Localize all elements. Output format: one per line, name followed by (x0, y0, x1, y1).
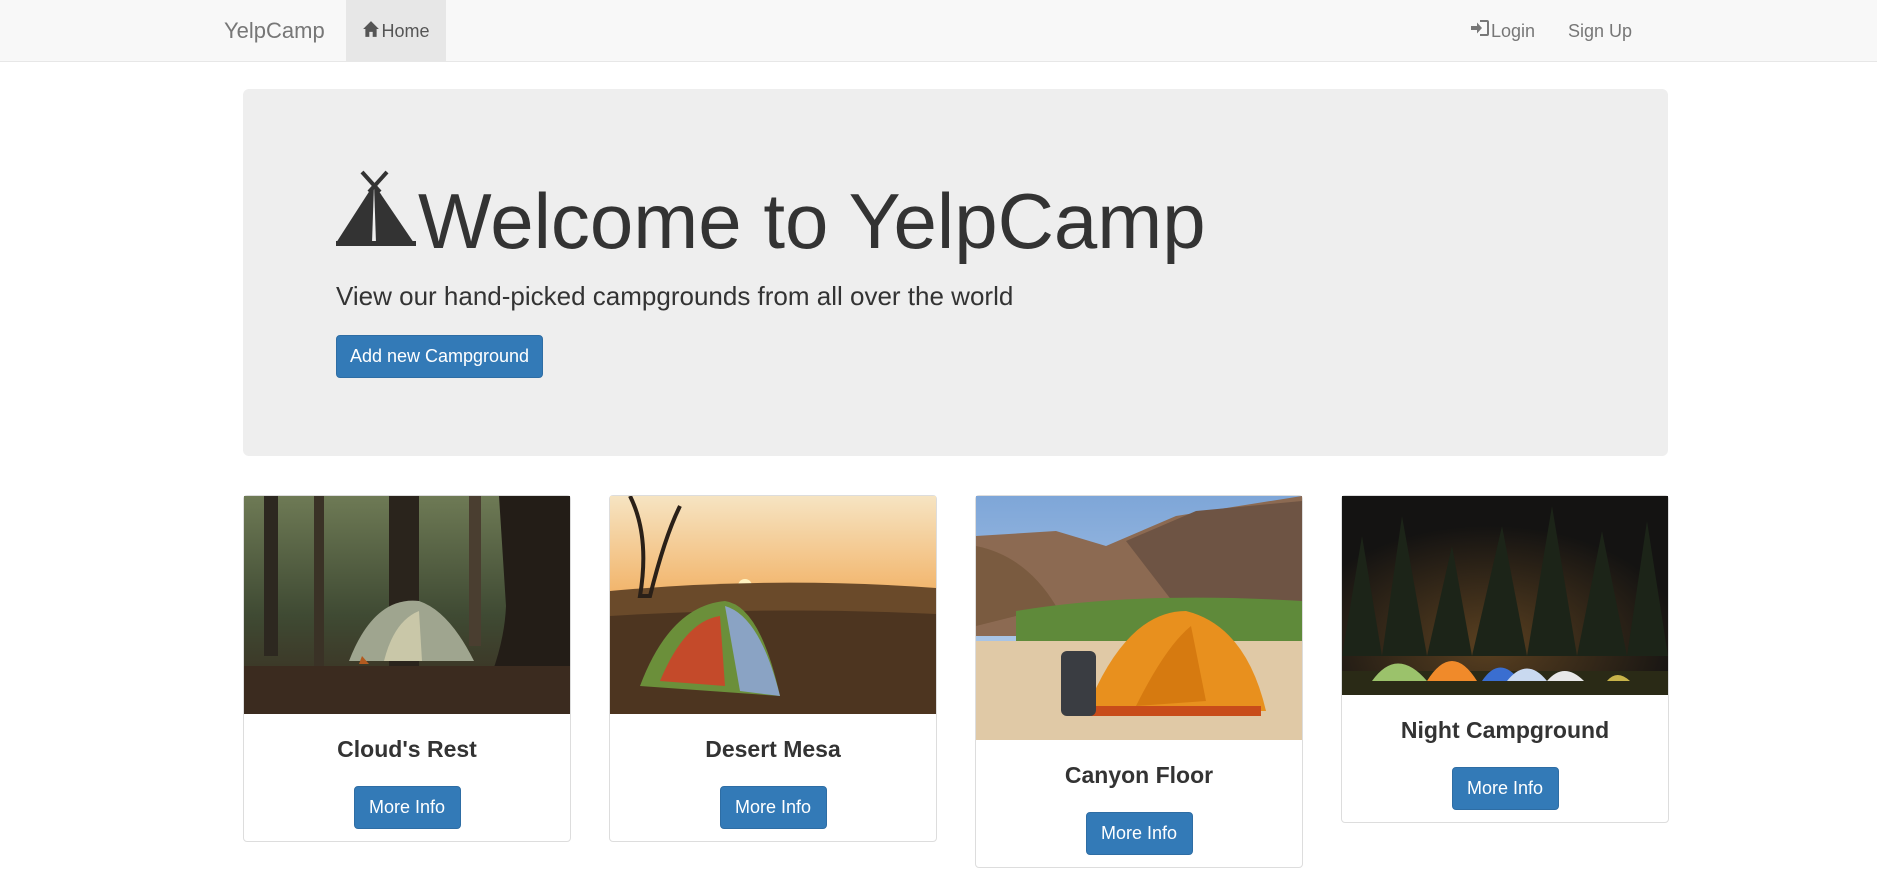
campground-image[interactable] (1342, 496, 1668, 695)
log-in-icon (1470, 0, 1490, 62)
navbar: YelpCamp Home Login Sign Up (0, 0, 1877, 62)
campground-image[interactable] (610, 496, 936, 714)
campground-card: Canyon Floor More Info (975, 495, 1303, 868)
more-info-button[interactable]: More Info (1085, 812, 1193, 855)
home-icon (362, 20, 380, 43)
campground-card: Night Campground More Info (1341, 495, 1669, 823)
nav-home-link[interactable]: Home (346, 0, 446, 62)
more-info-button[interactable]: More Info (1451, 767, 1559, 810)
campground-image[interactable] (976, 496, 1302, 740)
add-campground-button[interactable]: Add new Campground (336, 335, 543, 378)
nav-signup-link[interactable]: Sign Up (1568, 0, 1632, 62)
more-info-button[interactable]: More Info (353, 786, 461, 829)
page-title: Welcome to YelpCamp (336, 170, 1206, 271)
brand-link[interactable]: YelpCamp (224, 0, 325, 62)
nav-signup-label: Sign Up (1568, 21, 1633, 41)
tent-icon (336, 170, 416, 271)
nav-login-link[interactable]: Login (1470, 0, 1535, 62)
jumbotron-subtitle: View our hand-picked campgrounds from al… (336, 281, 1014, 311)
campground-card: Desert Mesa More Info (609, 495, 937, 842)
jumbotron-title-text: Welcome to YelpCamp (418, 177, 1206, 265)
campground-image[interactable] (244, 496, 570, 714)
more-info-button[interactable]: More Info (719, 786, 827, 829)
campground-card: Cloud's Rest More Info (243, 495, 571, 842)
campground-name: Desert Mesa (705, 736, 841, 762)
campground-name: Night Campground (1400, 717, 1610, 743)
campground-name: Canyon Floor (1064, 762, 1214, 788)
nav-login-label: Login (1491, 21, 1536, 41)
campground-name: Cloud's Rest (337, 736, 477, 762)
jumbotron: Welcome to YelpCamp View our hand-picked… (243, 89, 1668, 456)
nav-home-label: Home (381, 20, 430, 41)
